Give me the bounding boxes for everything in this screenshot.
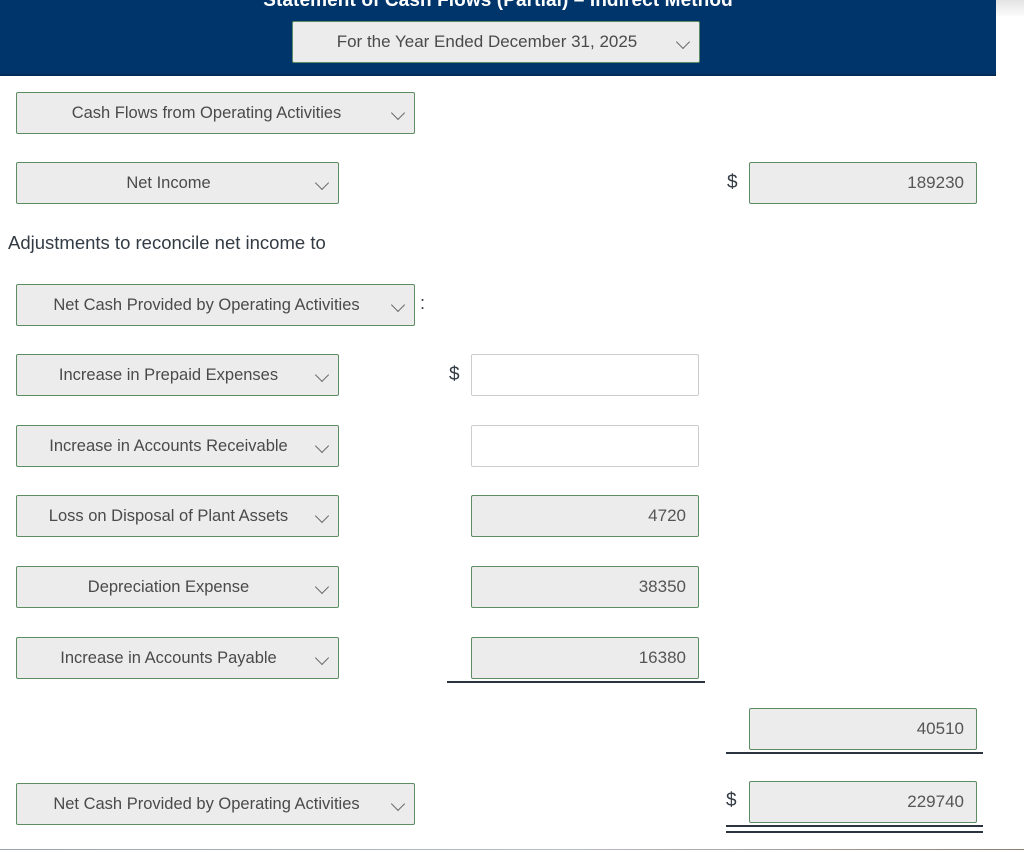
- total-currency-symbol: $: [726, 790, 737, 811]
- adjustments-subheading-select[interactable]: Net Cash Provided by Operating Activitie…: [16, 284, 415, 326]
- net-cash-total-select[interactable]: Net Cash Provided by Operating Activitie…: [16, 783, 415, 825]
- adjustment-select-4[interactable]: Increase in Accounts Payable: [16, 637, 339, 679]
- adjustment-select-label-2: Loss on Disposal of Plant Assets: [48, 506, 289, 525]
- adjustment-amount-input-3[interactable]: 38350: [471, 566, 699, 608]
- chevron-down-icon: [316, 368, 330, 382]
- horizontal-scrollbar-track[interactable]: [996, 0, 1024, 16]
- adjustment-amount-input-1[interactable]: [471, 425, 699, 467]
- cash-flow-statement-page: Statement of Cash Flows (Partial) – Indi…: [0, 0, 1024, 852]
- adjustment-amount-input-4[interactable]: 16380: [471, 637, 699, 679]
- chevron-down-icon: [316, 176, 330, 190]
- chevron-down-icon: [392, 298, 406, 312]
- adjustment-select-label-1: Increase in Accounts Receivable: [49, 436, 288, 455]
- net-cash-total-select-label: Net Cash Provided by Operating Activitie…: [53, 794, 360, 813]
- chevron-down-icon: [392, 106, 406, 120]
- section-heading-select[interactable]: Cash Flows from Operating Activities: [16, 92, 415, 134]
- net-income-currency-symbol: $: [727, 172, 738, 193]
- chevron-down-icon: [677, 35, 691, 49]
- chevron-down-icon: [392, 797, 406, 811]
- adjustments-subheading-select-label: Net Cash Provided by Operating Activitie…: [53, 295, 360, 314]
- chevron-down-icon: [316, 439, 330, 453]
- adjustment-select-label-3: Depreciation Expense: [87, 577, 250, 596]
- net-cash-total-input[interactable]: 229740: [749, 781, 977, 823]
- total-double-rule-top: [726, 825, 983, 827]
- chevron-down-icon: [316, 651, 330, 665]
- adjustment-select-0[interactable]: Increase in Prepaid Expenses: [16, 354, 339, 396]
- net-income-select[interactable]: Net Income: [16, 162, 339, 204]
- adjustments-subtotal-input[interactable]: 40510: [749, 708, 977, 750]
- adjustment-select-label-4: Increase in Accounts Payable: [60, 648, 277, 667]
- adjustment-select-1[interactable]: Increase in Accounts Receivable: [16, 425, 339, 467]
- net-income-amount-input[interactable]: 189230: [749, 162, 977, 204]
- adjustment-select-label-0: Increase in Prepaid Expenses: [58, 365, 279, 384]
- page-title: Statement of Cash Flows (Partial) – Indi…: [263, 0, 733, 11]
- chevron-down-icon: [316, 509, 330, 523]
- adjustment-select-2[interactable]: Loss on Disposal of Plant Assets: [16, 495, 339, 537]
- adjustment-select-3[interactable]: Depreciation Expense: [16, 566, 339, 608]
- chevron-down-icon: [316, 580, 330, 594]
- period-select-label: For the Year Ended December 31, 2025: [336, 32, 638, 51]
- first-adjustment-currency-symbol: $: [449, 364, 460, 385]
- period-select[interactable]: For the Year Ended December 31, 2025: [292, 21, 700, 63]
- adjustment-amount-input-0[interactable]: [471, 354, 699, 396]
- total-double-rule-bottom: [726, 831, 983, 833]
- subheading-colon: :: [420, 293, 426, 313]
- adjustments-description-text: Adjustments to reconcile net income to: [8, 232, 326, 253]
- net-income-select-label: Net Income: [126, 173, 211, 192]
- subtotal-rule: [726, 752, 983, 754]
- adjustments-column-rule: [447, 681, 705, 683]
- adjustment-amount-input-2[interactable]: 4720: [471, 495, 699, 537]
- section-heading-select-label: Cash Flows from Operating Activities: [71, 103, 342, 122]
